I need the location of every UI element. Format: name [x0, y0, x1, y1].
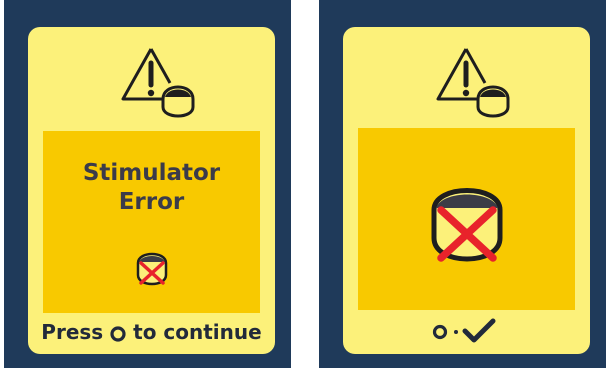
warning-stimulator-icon: [436, 48, 510, 118]
device-frame-right: [319, 0, 606, 368]
stimulator-icon: [161, 85, 195, 118]
stimulator-icon: [476, 85, 510, 118]
device-frame-left: Stimulator Error Press to continue: [4, 0, 291, 368]
press-label: Press: [41, 320, 104, 344]
error-title-line1: Stimulator: [82, 160, 221, 186]
continue-label: to continue: [133, 320, 262, 344]
warning-stimulator-icon: [121, 48, 195, 118]
error-title-line2: Error: [118, 189, 185, 215]
warning-triangle-icon: [436, 48, 487, 101]
checkmark-icon: [462, 318, 496, 343]
button-dot-icon: [110, 326, 126, 342]
warning-triangle-icon: [121, 48, 172, 101]
continue-indicator: [343, 317, 590, 347]
warning-header: [343, 27, 590, 127]
disconnected-panel: [358, 128, 575, 310]
error-title: Stimulator Error: [43, 159, 260, 217]
continue-prompt: Press to continue: [28, 317, 275, 347]
error-panel: Stimulator Error: [43, 131, 260, 313]
button-dot-icon: [432, 324, 448, 340]
separator-dot: [454, 330, 458, 334]
screen-stimulator-error: Stimulator Error Press to continue: [28, 27, 275, 354]
stimulator-disconnected-icon: [428, 180, 506, 270]
stimulator-disconnected-icon: [135, 249, 169, 291]
warning-header: [28, 27, 275, 127]
screen-stimulator-disconnected: [343, 27, 590, 354]
